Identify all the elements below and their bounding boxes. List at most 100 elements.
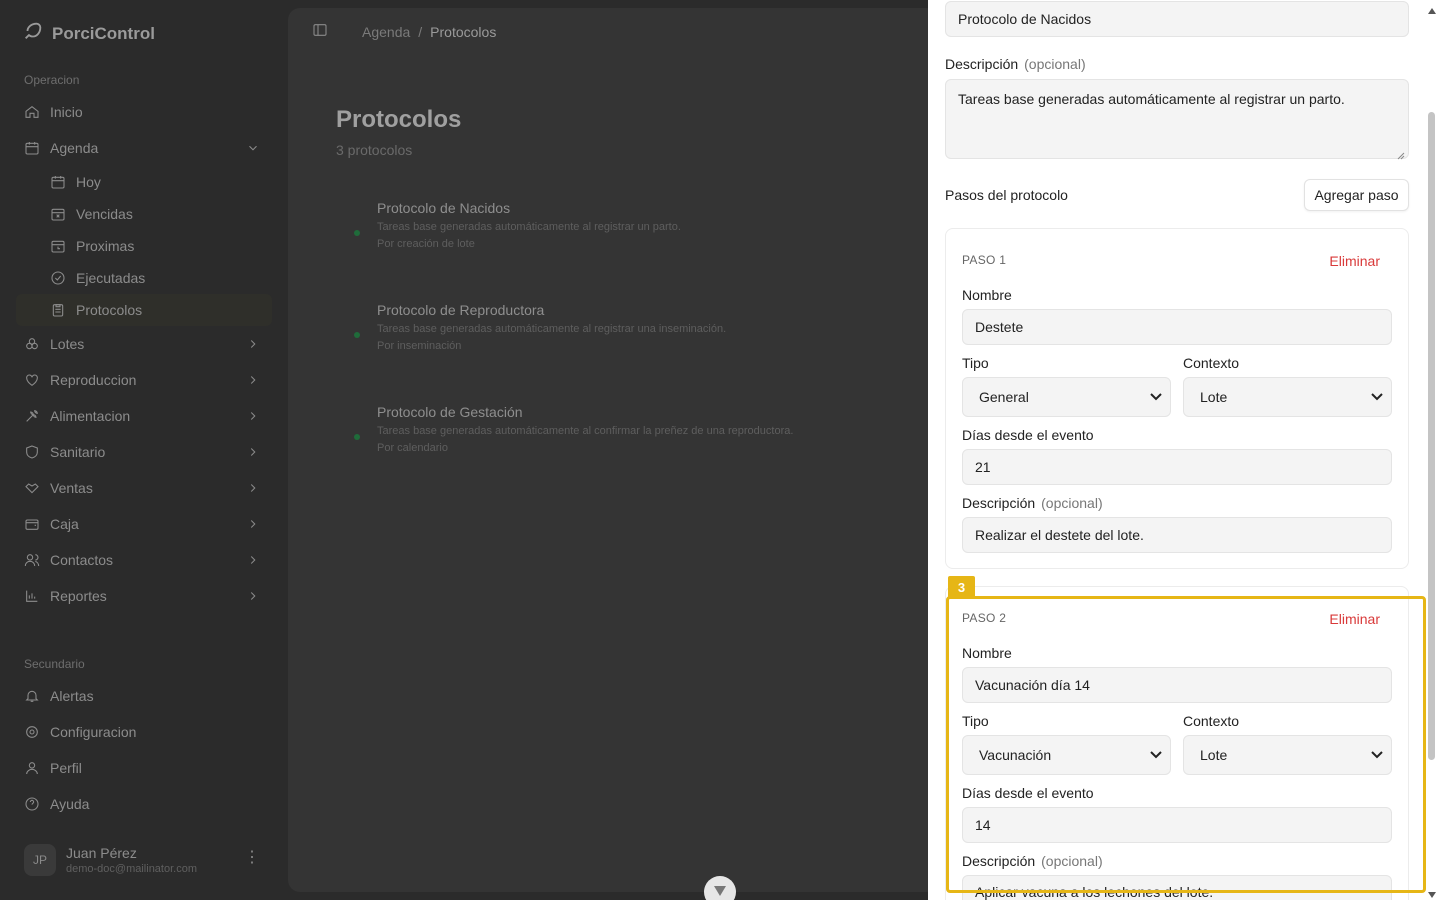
sidebar-item-ventas[interactable]: Ventas (16, 470, 272, 506)
users-icon (24, 552, 40, 568)
add-step-button[interactable]: Agregar paso (1304, 179, 1409, 211)
protocol-list: Protocolo de Nacidos Tareas base generad… (336, 192, 916, 498)
contexto-select[interactable]: Lote (1183, 735, 1392, 775)
brand[interactable]: PorciControl (22, 20, 155, 47)
breadcrumb-current: Protocolos (430, 23, 497, 40)
step-name-input[interactable]: Destete (962, 309, 1392, 345)
sidebar-item-agenda[interactable]: Agenda (16, 130, 272, 166)
step-name-input[interactable]: Vacunación día 14 (962, 667, 1392, 703)
sidebar-item-label: Reportes (50, 588, 107, 604)
sidebar-item-lotes[interactable]: Lotes (16, 326, 272, 362)
step-description-input[interactable]: Realizar el destete del lote. (962, 517, 1392, 553)
heart-icon (24, 372, 40, 388)
sidebar-item-protocolos[interactable]: Protocolos (16, 294, 272, 326)
topbar: Agenda / Protocolos (312, 22, 496, 41)
bar-chart-icon (24, 588, 40, 604)
scroll-down-button[interactable] (704, 876, 736, 900)
sidebar-item-label: Perfil (50, 760, 82, 776)
sheet-scrollbar-thumb[interactable] (1428, 112, 1435, 760)
description-label-text: Descripción (945, 56, 1019, 72)
chevron-down-icon (1371, 751, 1383, 759)
sidebar-item-proximas[interactable]: Proximas (16, 230, 272, 262)
sidebar-item-label: Caja (50, 516, 79, 532)
protocol-item[interactable]: Protocolo de Gestación Tareas base gener… (336, 404, 916, 498)
section-label-operacion: Operacion (24, 73, 80, 87)
sidebar-item-ejecutadas[interactable]: Ejecutadas (16, 262, 272, 294)
optional-hint: (opcional) (1024, 56, 1086, 72)
sidebar-item-caja[interactable]: Caja (16, 506, 272, 542)
user-email: demo-doc@mailinator.com (66, 863, 197, 875)
help-circle-icon (24, 796, 40, 812)
protocol-trigger: Por creación de lote (377, 238, 475, 250)
contexto-value: Lote (1200, 389, 1228, 405)
dias-input[interactable]: 21 (962, 449, 1392, 485)
chevron-down-icon (1371, 393, 1383, 401)
protocol-description-textarea[interactable]: Tareas base generadas automáticamente al… (945, 79, 1409, 160)
sidebar-item-label: Alimentacion (50, 408, 131, 424)
protocol-name-input[interactable]: Protocolo de Nacidos (945, 1, 1409, 37)
dias-label: Días desde el evento (962, 427, 1094, 443)
sidebar-item-ayuda[interactable]: Ayuda (16, 786, 272, 822)
dias-input[interactable]: 14 (962, 807, 1392, 843)
optional-hint: (opcional) (1041, 853, 1103, 869)
optional-hint: (opcional) (1041, 495, 1103, 511)
protocol-description: Tareas base generadas automáticamente al… (377, 323, 727, 335)
step-description-label-text: Descripción (962, 853, 1036, 869)
sidebar-item-label: Configuracion (50, 724, 137, 740)
sidebar-item-label: Sanitario (50, 444, 106, 460)
sidebar-item-label: Reproduccion (50, 372, 137, 388)
sidebar-item-reportes[interactable]: Reportes (16, 578, 272, 614)
step-description-input[interactable]: Aplicar vacuna a los lechones del lote. (962, 875, 1392, 900)
sidebar-item-vencidas[interactable]: Vencidas (16, 198, 272, 230)
protocol-trigger: Por calendario (377, 442, 448, 454)
protocol-description: Tareas base generadas automáticamente al… (377, 221, 681, 233)
chevron-right-icon (246, 337, 260, 351)
sidebar-item-contactos[interactable]: Contactos (16, 542, 272, 578)
protocol-trigger: Por inseminación (377, 340, 462, 352)
sidebar-item-reproduccion[interactable]: Reproduccion (16, 362, 272, 398)
contexto-select[interactable]: Lote (1183, 377, 1392, 417)
calendar-day-icon (50, 174, 66, 190)
sidebar-item-hoy[interactable]: Hoy (16, 166, 272, 198)
scroll-down-arrow-icon[interactable] (1427, 886, 1437, 898)
page-title: Protocolos (336, 106, 462, 133)
sidebar-item-label: Ejecutadas (76, 270, 146, 286)
more-vertical-icon[interactable]: ⋮ (244, 850, 260, 866)
sidebar-item-perfil[interactable]: Perfil (16, 750, 272, 786)
check-circle-icon (50, 270, 66, 286)
sidebar-item-inicio[interactable]: Inicio (16, 94, 272, 130)
breadcrumb-agenda[interactable]: Agenda (362, 24, 410, 40)
protocol-item[interactable]: Protocolo de Nacidos Tareas base generad… (336, 200, 916, 294)
protocol-title: Protocolo de Nacidos (377, 200, 511, 216)
sidebar-item-alertas[interactable]: Alertas (16, 678, 272, 714)
chevron-down-icon (246, 141, 260, 155)
pig-logo-icon (22, 20, 44, 47)
chevron-down-icon (713, 884, 727, 900)
secondary-nav: Alertas Configuracion Perfil Ayuda (16, 678, 272, 822)
sidebar-item-label: Alertas (50, 688, 94, 704)
protocol-description: Tareas base generadas automáticamente al… (377, 425, 794, 437)
sidebar-toggle-icon[interactable] (312, 22, 328, 41)
tipo-select[interactable]: General (962, 377, 1171, 417)
dias-label: Días desde el evento (962, 785, 1094, 801)
scroll-up-arrow-icon[interactable] (1427, 2, 1437, 14)
delete-step-button[interactable]: Eliminar (1329, 611, 1380, 627)
delete-step-button[interactable]: Eliminar (1329, 253, 1380, 269)
chevron-right-icon (246, 589, 260, 603)
sidebar: PorciControl Operacion Inicio Agenda Hoy… (0, 0, 288, 900)
sidebar-item-configuracion[interactable]: Configuracion (16, 714, 272, 750)
tipo-select[interactable]: Vacunación (962, 735, 1171, 775)
sidebar-item-alimentacion[interactable]: Alimentacion (16, 398, 272, 434)
step-card-2: PASO 2 Eliminar Nombre Vacunación día 14… (945, 586, 1409, 900)
avatar: JP (24, 844, 56, 876)
status-dot (354, 434, 360, 440)
sidebar-item-label: Lotes (50, 336, 85, 352)
step-card-1: PASO 1 Eliminar Nombre Destete Tipo Cont… (945, 228, 1409, 569)
wallet-icon (24, 516, 40, 532)
resize-handle-icon[interactable] (1397, 147, 1405, 160)
protocol-item[interactable]: Protocolo de Reproductora Tareas base ge… (336, 302, 916, 396)
clipboard-icon (50, 302, 66, 318)
user-menu[interactable]: JP Juan Pérez demo-doc@mailinator.com ⋮ (16, 836, 272, 884)
chevron-right-icon (246, 517, 260, 531)
sidebar-item-sanitario[interactable]: Sanitario (16, 434, 272, 470)
